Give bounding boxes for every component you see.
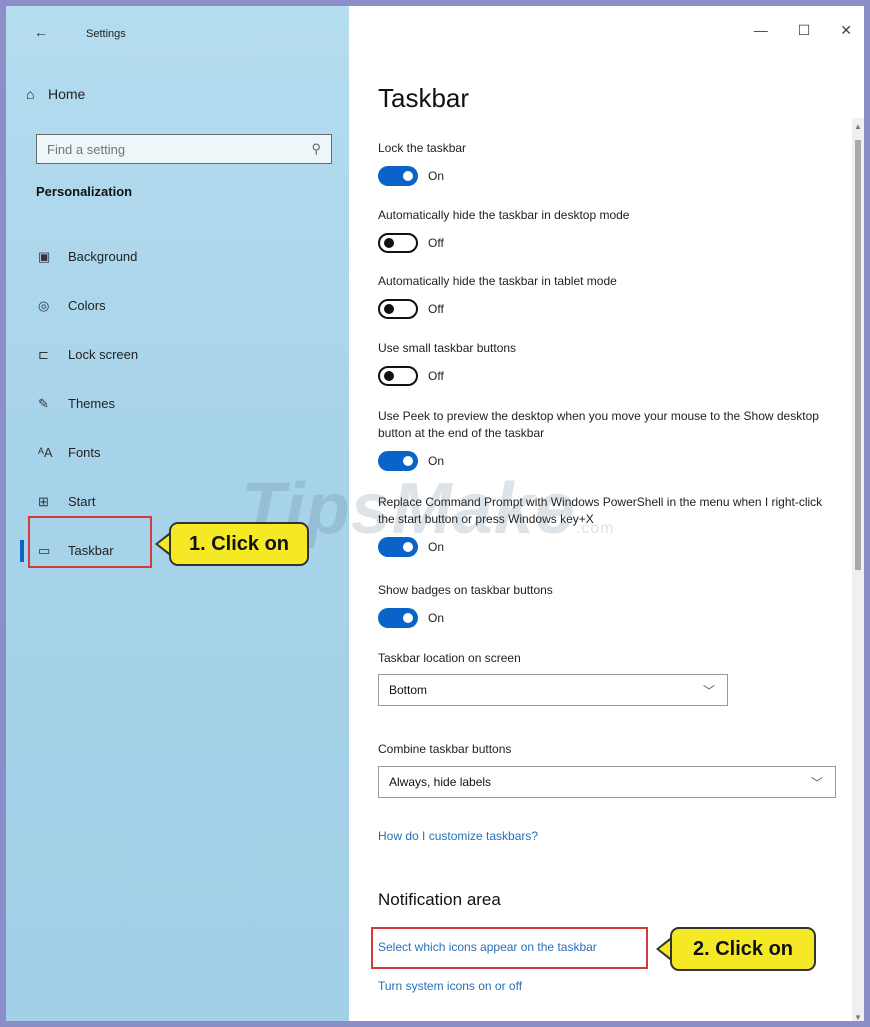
minimize-icon[interactable]: — xyxy=(754,22,768,39)
scroll-down-icon[interactable]: ▼ xyxy=(854,1013,862,1021)
maximize-icon[interactable]: ☐ xyxy=(798,22,811,39)
setting-peek: Use Peek to preview the desktop when you… xyxy=(378,408,838,471)
autohide-desktop-toggle[interactable] xyxy=(378,233,418,253)
combine-value: Always, hide labels xyxy=(389,775,492,789)
toggle-state: On xyxy=(428,169,445,183)
chevron-down-icon: ﹀ xyxy=(702,683,715,698)
chevron-down-icon: ﹀ xyxy=(810,775,823,790)
scroll-thumb[interactable] xyxy=(855,140,861,570)
setting-label: Use Peek to preview the desktop when you… xyxy=(378,409,819,440)
setting-autohide-tablet: Automatically hide the taskbar in tablet… xyxy=(378,273,838,319)
settings-window: ← Settings ⌂ Home ⚲ Personalization ▣ Ba… xyxy=(0,0,870,1027)
toggle-state: On xyxy=(428,540,445,554)
scroll-up-icon[interactable]: ▲ xyxy=(854,122,862,131)
peek-toggle[interactable] xyxy=(378,451,418,471)
powershell-toggle[interactable] xyxy=(378,537,418,557)
window-controls: — ☐ ✕ xyxy=(754,22,852,39)
toggle-state: Off xyxy=(428,302,444,316)
search-input[interactable] xyxy=(47,141,312,157)
callout-step-1: 1. Click on xyxy=(169,522,309,566)
sidebar-item-label: Lock screen xyxy=(68,347,139,362)
setting-label: Show badges on taskbar buttons xyxy=(378,583,553,597)
window-title: Settings xyxy=(86,28,126,40)
home-icon: ⌂ xyxy=(26,86,35,102)
lock-taskbar-toggle[interactable] xyxy=(378,166,418,186)
sidebar-item-fonts[interactable]: ᴬA Fonts xyxy=(6,428,349,477)
location-value: Bottom xyxy=(389,683,428,697)
setting-label: Use small taskbar buttons xyxy=(378,341,517,355)
setting-lock-taskbar: Lock the taskbar On xyxy=(378,140,838,186)
autohide-tablet-toggle[interactable] xyxy=(378,299,418,319)
scrollbar[interactable]: ▲ ▼ xyxy=(852,118,864,1021)
start-grid-icon: ⊞ xyxy=(38,493,49,509)
notification-area-heading: Notification area xyxy=(378,890,501,909)
sidebar-item-themes[interactable]: ✎ Themes xyxy=(6,379,349,428)
close-icon[interactable]: ✕ xyxy=(840,22,852,39)
palette-icon: ◎ xyxy=(38,297,50,313)
sidebar-item-label: Start xyxy=(68,494,96,509)
location-label: Taskbar location on screen xyxy=(378,651,521,665)
search-icon[interactable]: ⚲ xyxy=(311,141,321,157)
setting-small-buttons: Use small taskbar buttons Off xyxy=(378,340,838,386)
customize-taskbars-link[interactable]: How do I customize taskbars? xyxy=(378,829,538,843)
sidebar-item-label: Themes xyxy=(68,396,115,411)
font-icon: ᴬA xyxy=(38,445,53,460)
lock-screen-icon: ⊏ xyxy=(38,346,49,362)
setting-label: Automatically hide the taskbar in deskto… xyxy=(378,208,630,222)
setting-label: Replace Command Prompt with Windows Powe… xyxy=(378,495,823,526)
sidebar-item-label: Background xyxy=(68,249,138,264)
location-dropdown[interactable]: Bottom ﹀ xyxy=(378,674,728,706)
sidebar-item-background[interactable]: ▣ Background xyxy=(6,232,349,281)
main-panel: — ☐ ✕ Taskbar Lock the taskbar On Automa… xyxy=(349,6,864,1021)
setting-autohide-desktop: Automatically hide the taskbar in deskto… xyxy=(378,207,838,253)
toggle-state: Off xyxy=(428,369,444,383)
toggle-state: Off xyxy=(428,236,444,250)
setting-label: Lock the taskbar xyxy=(378,141,467,155)
page-title: Taskbar xyxy=(378,83,470,113)
nav-home-label: Home xyxy=(48,86,86,102)
image-icon: ▣ xyxy=(38,248,51,264)
sidebar-item-label: Colors xyxy=(68,298,106,313)
taskbar-highlight-box xyxy=(28,516,152,568)
setting-badges: Show badges on taskbar buttons On xyxy=(378,582,838,628)
section-label: Personalization xyxy=(36,184,133,199)
toggle-state: On xyxy=(428,454,445,468)
setting-powershell: Replace Command Prompt with Windows Powe… xyxy=(378,494,838,557)
back-arrow-icon[interactable]: ← xyxy=(34,24,48,40)
callout-step-2: 2. Click on xyxy=(670,927,816,971)
combine-dropdown[interactable]: Always, hide labels ﹀ xyxy=(378,766,836,798)
search-box[interactable]: ⚲ xyxy=(36,134,332,164)
sidebar: ← Settings ⌂ Home ⚲ Personalization ▣ Ba… xyxy=(6,6,349,1021)
system-icons-link[interactable]: Turn system icons on or off xyxy=(378,979,522,993)
toggle-state: On xyxy=(428,611,445,625)
sidebar-item-colors[interactable]: ◎ Colors xyxy=(6,281,349,330)
setting-label: Automatically hide the taskbar in tablet… xyxy=(378,274,617,288)
sidebar-item-lock-screen[interactable]: ⊏ Lock screen xyxy=(6,330,349,379)
nav-home[interactable]: ⌂ Home xyxy=(26,86,85,102)
select-icons-highlight-box xyxy=(371,927,648,969)
badges-toggle[interactable] xyxy=(378,608,418,628)
small-buttons-toggle[interactable] xyxy=(378,366,418,386)
sidebar-item-label: Fonts xyxy=(68,445,101,460)
combine-label: Combine taskbar buttons xyxy=(378,742,512,756)
brush-icon: ✎ xyxy=(38,395,49,411)
